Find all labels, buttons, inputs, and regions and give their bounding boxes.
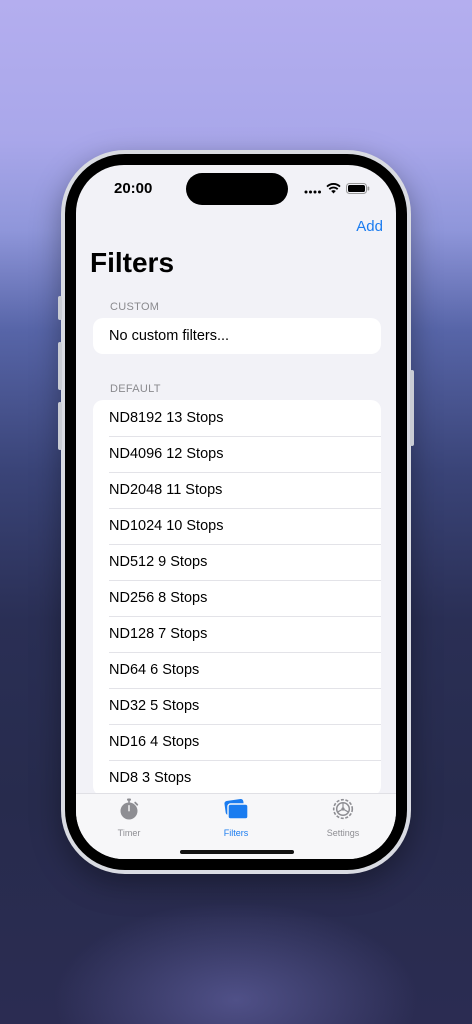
volume-down-button bbox=[58, 402, 62, 450]
dynamic-island bbox=[186, 173, 288, 205]
filter-row[interactable]: ND128 7 Stops bbox=[93, 616, 381, 652]
stopwatch-icon bbox=[118, 798, 140, 825]
wifi-icon bbox=[326, 181, 341, 199]
filter-row[interactable]: ND4096 12 Stops bbox=[93, 436, 381, 472]
default-filters-group: ND8192 13 Stops ND4096 12 Stops ND2048 1… bbox=[93, 400, 381, 796]
filter-row[interactable]: ND16 4 Stops bbox=[93, 724, 381, 760]
tab-settings[interactable]: Settings bbox=[303, 798, 383, 838]
phone-frame: 20:00 Add Filters CUSTOM No custom filte… bbox=[58, 150, 414, 874]
filter-row[interactable]: ND512 9 Stops bbox=[93, 544, 381, 580]
add-button[interactable]: Add bbox=[356, 218, 383, 235]
volume-up-button bbox=[58, 342, 62, 390]
tab-timer-label: Timer bbox=[117, 828, 141, 838]
tab-bar: Timer Filters Settings bbox=[76, 793, 396, 859]
tab-timer[interactable]: Timer bbox=[89, 798, 169, 838]
silent-switch bbox=[58, 296, 62, 320]
tab-filters-label: Filters bbox=[223, 828, 249, 838]
status-bar: 20:00 bbox=[76, 165, 396, 213]
empty-custom-filters-row: No custom filters... bbox=[109, 328, 230, 344]
filter-row[interactable]: ND1024 10 Stops bbox=[93, 508, 381, 544]
status-icons bbox=[304, 181, 370, 199]
filter-row[interactable]: ND2048 11 Stops bbox=[93, 472, 381, 508]
page-title: Filters bbox=[90, 247, 175, 278]
filter-row[interactable]: ND64 6 Stops bbox=[93, 652, 381, 688]
home-indicator[interactable] bbox=[180, 850, 294, 854]
battery-icon bbox=[346, 181, 370, 199]
cellular-signal-icon bbox=[304, 181, 321, 199]
app-screen: 20:00 Add Filters CUSTOM No custom filte… bbox=[76, 165, 396, 859]
tab-filters[interactable]: Filters bbox=[196, 798, 276, 838]
filters-icon bbox=[223, 798, 249, 825]
power-button bbox=[410, 370, 414, 446]
tab-settings-label: Settings bbox=[326, 828, 360, 838]
filter-row[interactable]: ND8 3 Stops bbox=[93, 760, 381, 796]
section-header-default: DEFAULT bbox=[110, 383, 161, 395]
filter-row[interactable]: ND32 5 Stops bbox=[93, 688, 381, 724]
status-time: 20:00 bbox=[114, 180, 153, 197]
filter-row[interactable]: ND8192 13 Stops bbox=[93, 400, 381, 436]
section-header-custom: CUSTOM bbox=[110, 301, 160, 313]
filter-row[interactable]: ND256 8 Stops bbox=[93, 580, 381, 616]
custom-filters-group: No custom filters... bbox=[93, 318, 381, 354]
gear-icon bbox=[332, 798, 354, 825]
